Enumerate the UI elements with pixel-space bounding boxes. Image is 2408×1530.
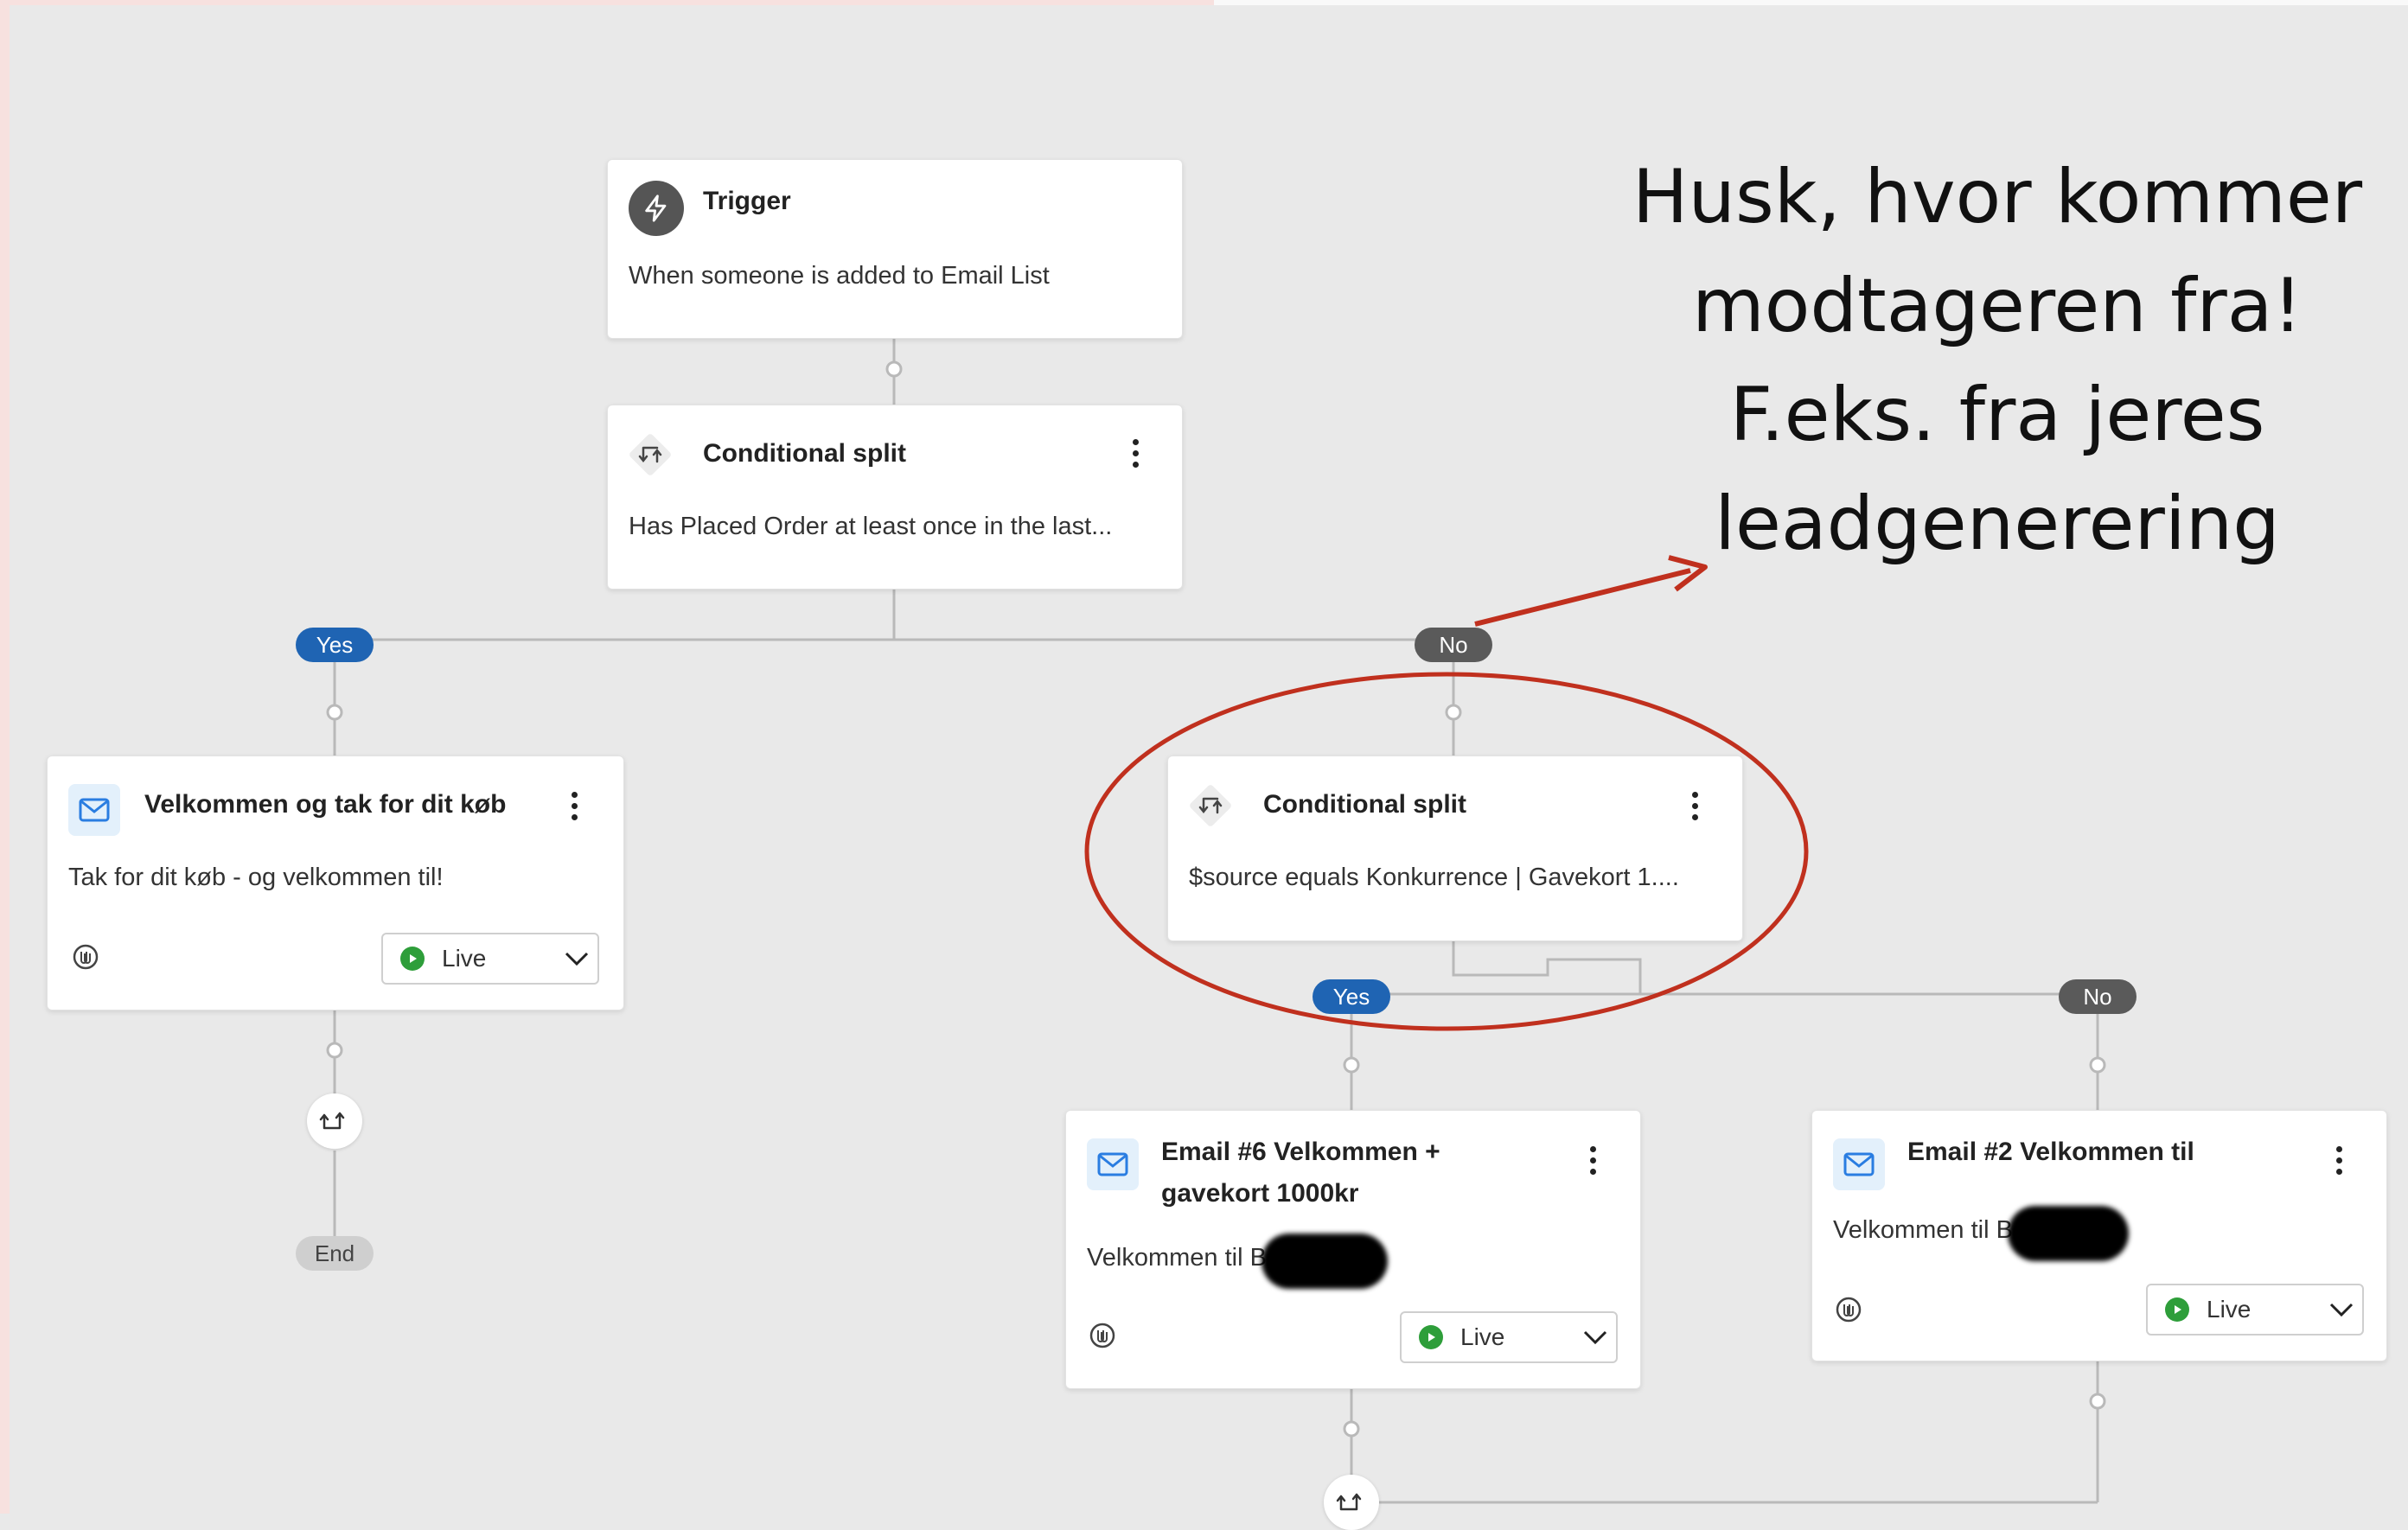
- annotation-line-3: F.eks. fra jeres: [1729, 372, 2265, 458]
- annotation-line-2: modtageren fra!: [1692, 263, 2303, 349]
- annotation-text: Husk, hvor kommer modtageren fra! F.eks.…: [1617, 143, 2378, 578]
- annotation-line-4: leadgenerering: [1715, 481, 2280, 567]
- annotation-line-1: Husk, hvor kommer: [1632, 154, 2363, 240]
- highlight-ellipse: [1084, 672, 1809, 1031]
- annotation-arrow: [1474, 568, 1691, 627]
